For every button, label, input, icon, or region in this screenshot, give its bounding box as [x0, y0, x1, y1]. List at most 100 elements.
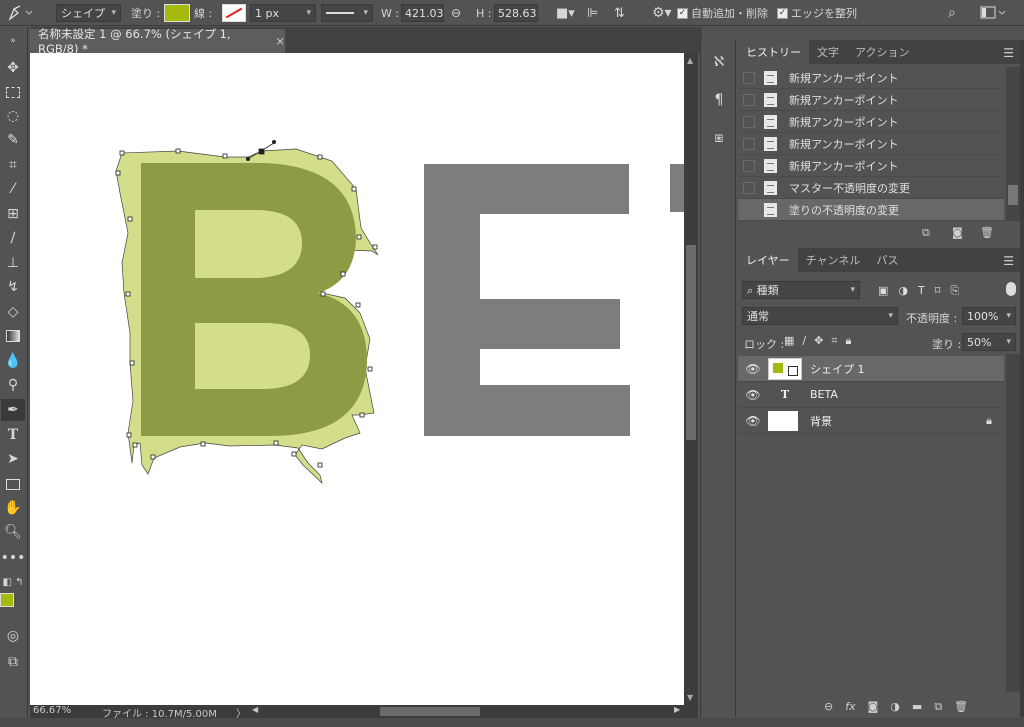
paragraph-icon[interactable]: ¶ [709, 90, 729, 110]
path-arrangement-icon[interactable]: ⇅ [614, 3, 625, 23]
link-layers-icon[interactable]: ⊖ [824, 700, 833, 714]
link-icon[interactable]: ⊖ [451, 3, 461, 23]
blur-tool-icon[interactable]: 💧 [1, 350, 25, 372]
foreground-color-swatch[interactable] [0, 593, 14, 607]
history-item[interactable]: マスター不透明度の変更 [738, 177, 1004, 199]
history-item-selected[interactable]: 塗りの不透明度の変更 [738, 199, 1004, 221]
opacity-field[interactable]: 100% ▾ [962, 307, 1016, 325]
fill-field[interactable]: 50% ▾ [962, 333, 1016, 351]
panel-menu-icon[interactable]: ☰ [1003, 254, 1014, 268]
scroll-down-icon[interactable]: ▼ [687, 693, 693, 702]
direction-handle[interactable] [272, 140, 276, 144]
adjustment-layer-icon[interactable]: ◑ [890, 700, 900, 714]
gear-icon[interactable]: ⚙▾ [652, 3, 672, 23]
new-layer-icon[interactable]: ⧉ [934, 700, 942, 714]
tab-paths[interactable]: パス [868, 248, 906, 272]
folder-icon[interactable]: ▬ [912, 700, 922, 714]
collapse-icon[interactable]: » [1, 30, 25, 52]
rectangle-tool-icon[interactable] [1, 473, 25, 495]
lasso-tool-icon[interactable]: ◌ [1, 105, 25, 127]
fx-icon[interactable]: fx [845, 700, 855, 714]
path-alignment-icon[interactable]: ⊫ [587, 3, 598, 23]
tab-layers[interactable]: レイヤー [738, 248, 798, 272]
trash-icon[interactable]: 🗑︎ [954, 700, 968, 714]
blend-mode-select[interactable]: 通常 ▾ [742, 307, 898, 325]
crop-tool-icon[interactable]: ⌗ [1, 154, 25, 176]
mode-select[interactable]: シェイプ ▾ [56, 3, 121, 23]
fill-color-swatch[interactable] [164, 3, 190, 23]
adjustment-filter-icon[interactable]: ◑ [898, 284, 908, 298]
glyphs-icon[interactable]: ⧆ [709, 128, 729, 148]
layer-row-shape[interactable]: 👁︎ シェイプ 1 [738, 356, 1004, 382]
zoom-tool-icon[interactable]: 🔍︎ [1, 521, 25, 543]
layers-scrollbar[interactable] [1006, 354, 1020, 692]
add-mask-icon[interactable]: ◙ [868, 700, 879, 714]
pen-tool-icon[interactable]: ✒ [1, 399, 25, 421]
history-scrollbar[interactable] [1006, 67, 1020, 221]
stroke-width-field[interactable]: 1 px ▾ [250, 3, 316, 23]
lock-position-icon[interactable]: ✥ [814, 334, 823, 348]
shape-filter-icon[interactable]: ⌑ [935, 284, 941, 298]
path-operations-icon[interactable]: ■▾ [556, 3, 575, 23]
smart-object-filter-icon[interactable]: ⎘ [950, 284, 959, 298]
trash-icon[interactable]: 🗑︎ [980, 226, 994, 239]
scroll-right-icon[interactable]: ▶ [674, 705, 680, 714]
vertical-scroll-thumb[interactable] [686, 245, 696, 440]
lock-transparency-icon[interactable]: ▦ [784, 334, 794, 348]
quick-mask-icon[interactable]: ◎ [1, 625, 25, 647]
layer-filter-select[interactable]: ⌕ 種類 ▾ [742, 281, 860, 299]
filter-toggle[interactable] [1006, 282, 1016, 296]
marquee-tool-icon[interactable] [1, 81, 25, 103]
layer-row-background[interactable]: 👁︎ 背景 🔒︎ [738, 408, 1004, 434]
tab-history[interactable]: ヒストリー [738, 40, 809, 64]
height-input[interactable]: 528.63 p [494, 3, 538, 23]
eye-icon[interactable]: 👁︎ [738, 388, 768, 402]
character-panel-icon[interactable]: ℵ [709, 52, 729, 72]
type-tool-icon[interactable]: T [1, 424, 25, 446]
layer-row-text[interactable]: 👁︎ T BETA [738, 382, 1004, 408]
eyedropper-tool-icon[interactable]: ⁄ [1, 178, 25, 200]
horizontal-scroll-thumb[interactable] [380, 707, 480, 716]
lock-all-icon[interactable]: 🔒︎ [846, 334, 852, 348]
swap-colors-icon[interactable]: ◧ ↰ [1, 571, 25, 593]
stamp-tool-icon[interactable]: ⊥ [1, 252, 25, 274]
search-icon[interactable]: ⌕ [948, 3, 956, 23]
scroll-left-icon[interactable]: ◀ [252, 705, 258, 714]
stroke-color-swatch[interactable] [222, 3, 246, 23]
new-document-from-state-icon[interactable]: ⧉ [922, 226, 930, 240]
tab-character[interactable]: 文字 [809, 40, 847, 64]
camera-icon[interactable]: ◙ [952, 226, 963, 239]
lock-artboard-icon[interactable]: ⌗ [831, 334, 837, 348]
gradient-tool-icon[interactable] [1, 325, 25, 347]
panel-menu-icon[interactable]: ☰ [1003, 46, 1014, 60]
hand-tool-icon[interactable]: ✋ [1, 497, 25, 519]
tool-preset-picker[interactable] [6, 3, 36, 23]
auto-add-delete-checkbox[interactable]: ✓ 自動追加・削除 [677, 3, 768, 23]
scroll-up-icon[interactable]: ▲ [687, 56, 693, 65]
move-tool-icon[interactable]: ✥ [1, 57, 25, 79]
lock-image-icon[interactable]: ∕ [802, 334, 806, 348]
more-tools-icon[interactable]: ••• [1, 547, 26, 569]
eye-icon[interactable]: 👁︎ [738, 362, 768, 376]
screen-mode-icon[interactable]: ⧉ [1, 651, 25, 673]
zoom-level[interactable]: 66.67% [33, 705, 71, 716]
eye-icon[interactable]: 👁︎ [738, 414, 768, 428]
direction-handle[interactable] [246, 157, 250, 161]
dodge-tool-icon[interactable]: ⚲ [1, 374, 25, 396]
align-edges-checkbox[interactable]: ✓ エッジを整列 [777, 3, 857, 23]
quick-select-tool-icon[interactable]: ✎ [1, 129, 25, 151]
document-tab[interactable]: 名称未設定 1 @ 66.7% (シェイプ 1, RGB/8) * × [30, 27, 285, 56]
healing-brush-tool-icon[interactable]: ⊞ [1, 203, 25, 225]
tab-channels[interactable]: チャンネル [798, 248, 869, 272]
history-item[interactable]: 新規アンカーポイント [738, 111, 1004, 133]
eraser-tool-icon[interactable]: ◇ [1, 301, 25, 323]
type-filter-icon[interactable]: T [918, 284, 925, 298]
history-item[interactable]: 新規アンカーポイント [738, 133, 1004, 155]
close-icon[interactable]: × [275, 34, 285, 48]
canvas[interactable] [30, 53, 684, 705]
stroke-type-select[interactable]: ▾ [321, 3, 373, 23]
workspace-icon[interactable] [980, 3, 1008, 23]
history-item[interactable]: 新規アンカーポイント [738, 67, 1004, 89]
image-filter-icon[interactable]: ▣ [878, 284, 888, 298]
history-item[interactable]: 新規アンカーポイント [738, 155, 1004, 177]
